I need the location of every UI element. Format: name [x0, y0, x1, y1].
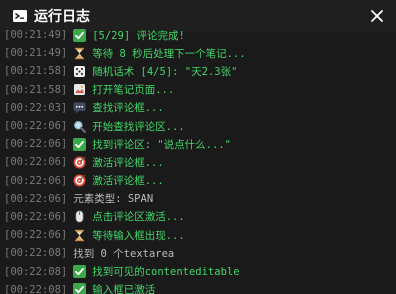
log-entry: [00:22:06] 激活评论框...: [4, 172, 392, 190]
log-message: 找到可见的contenteditable: [92, 266, 240, 279]
log-timestamp: [00:22:06]: [4, 138, 68, 151]
log-timestamp: [00:22:08]: [4, 265, 68, 278]
chat-icon: [73, 101, 86, 114]
window-title: 运行日志: [34, 9, 90, 25]
log-timestamp: [00:21:58]: [4, 65, 68, 78]
log-entry: [00:22:03] 查找评论框...: [4, 99, 392, 117]
log-message: 等待输入框出现...: [92, 229, 185, 242]
check-icon: [73, 283, 87, 294]
log-timestamp: [00:22:06]: [4, 229, 68, 242]
log-timestamp: [00:22:06]: [4, 156, 68, 169]
check-icon: [73, 265, 87, 279]
log-timestamp: [00:22:08]: [4, 283, 68, 294]
log-message: 找到评论区: "说点什么...": [92, 138, 231, 151]
dice-icon: [73, 65, 86, 78]
target-icon: [73, 156, 86, 169]
mouse-icon: [73, 210, 86, 223]
log-timestamp: [00:21:49]: [4, 47, 68, 60]
log-message: 点击评论区激活...: [92, 211, 185, 224]
check-icon: [73, 137, 87, 151]
log-entry: [00:21:58] 随机话术 [4/5]: "天2.3张": [4, 62, 392, 80]
log-message: 元素类型: SPAN: [73, 193, 154, 206]
log-entry: [00:22:08] 找到 0 个textarea: [4, 244, 392, 262]
log-panel[interactable]: [00:21:49] [5/29] 评论完成! [00:21:49] 等待 8 秒后处…: [4, 26, 392, 294]
log-entry: [00:22:08] 找到可见的contenteditable: [4, 262, 392, 280]
hourglass-icon: [73, 229, 86, 242]
target-icon: [73, 174, 86, 187]
log-timestamp: [00:22:08]: [4, 247, 68, 260]
log-timestamp: [00:22:03]: [4, 101, 68, 114]
log-entry: [00:22:06] 开始查找评论区...: [4, 117, 392, 135]
log-entry: [00:22:06] 激活评论框...: [4, 153, 392, 171]
terminal-icon: [12, 8, 28, 24]
log-entry: [00:21:58] 打开笔记页面...: [4, 81, 392, 99]
log-entry: [00:21:49] [5/29] 评论完成!: [4, 26, 392, 44]
log-message: 随机话术 [4/5]: "天2.3张": [92, 65, 238, 78]
log-entry: [00:22:06] 元素类型: SPAN: [4, 190, 392, 208]
log-entry: [00:21:49] 等待 8 秒后处理下一个笔记...: [4, 44, 392, 62]
log-message: 开始查找评论区...: [92, 120, 185, 133]
close-icon[interactable]: [366, 5, 388, 27]
log-entry: [00:22:06] 点击评论区激活...: [4, 208, 392, 226]
log-entry: [00:22:06] 等待输入框出现...: [4, 226, 392, 244]
log-entry: [00:22:06] 找到评论区: "说点什么...": [4, 135, 392, 153]
log-message: 激活评论框...: [92, 156, 164, 169]
log-timestamp: [00:22:06]: [4, 210, 68, 223]
log-message: 查找评论框...: [92, 102, 164, 115]
log-message: 输入框已激活: [92, 284, 156, 294]
log-message: 找到 0 个textarea: [73, 247, 175, 260]
magnifier-icon: [73, 120, 87, 133]
log-message: 激活评论框...: [92, 175, 164, 188]
log-timestamp: [00:21:49]: [4, 29, 68, 42]
log-timestamp: [00:21:58]: [4, 83, 68, 96]
hourglass-icon: [73, 47, 86, 60]
log-message: [5/29] 评论完成!: [92, 29, 185, 42]
check-icon: [73, 28, 87, 42]
log-entry: [00:22:08] 输入框已激活: [4, 281, 392, 294]
log-timestamp: [00:22:06]: [4, 174, 68, 187]
log-timestamp: [00:22:06]: [4, 192, 68, 205]
log-timestamp: [00:22:06]: [4, 120, 68, 133]
log-message: 打开笔记页面...: [92, 84, 175, 97]
log-message: 等待 8 秒后处理下一个笔记...: [92, 47, 246, 60]
image-icon: [73, 83, 86, 96]
